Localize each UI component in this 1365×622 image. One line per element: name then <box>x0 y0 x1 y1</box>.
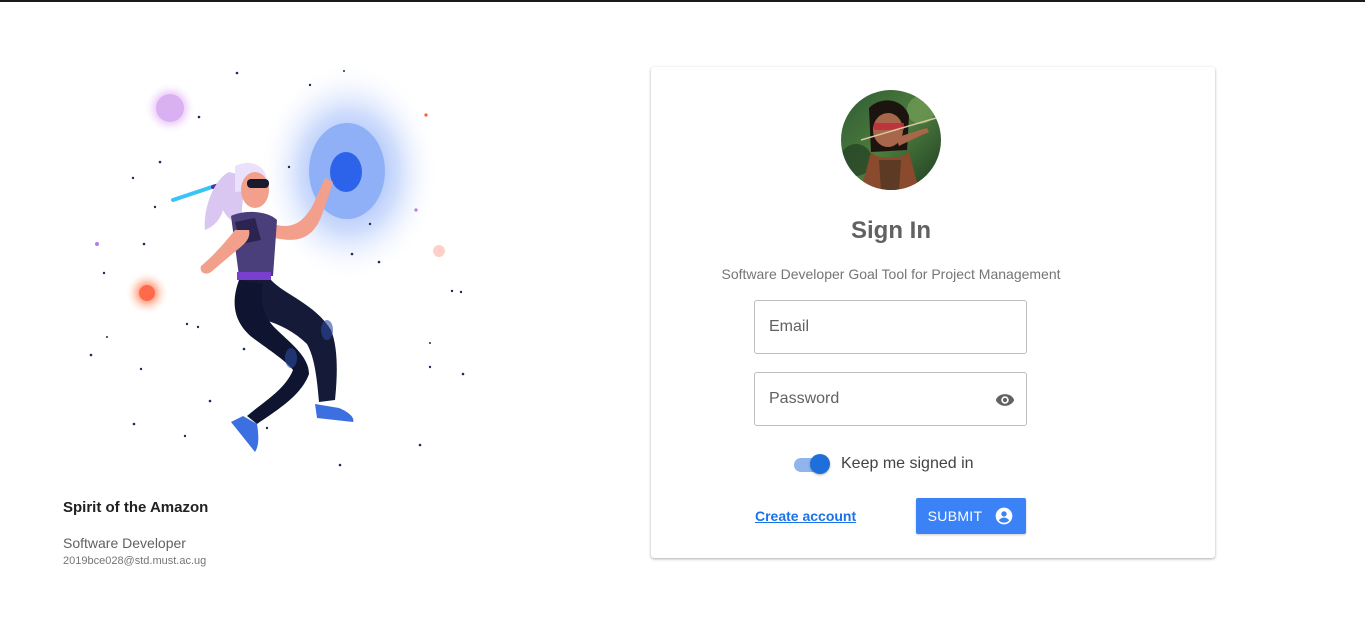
password-input[interactable] <box>755 373 1026 425</box>
profile-role: Software Developer <box>63 535 186 551</box>
top-border <box>0 0 1365 2</box>
sign-in-subtitle: Software Developer Goal Tool for Project… <box>721 266 1061 282</box>
email-input[interactable] <box>755 301 1026 353</box>
email-field <box>754 300 1027 354</box>
keep-signed-in-row: Keep me signed in <box>794 453 974 475</box>
keep-signed-in-toggle[interactable] <box>794 454 830 474</box>
profile-name: Spirit of the Amazon <box>63 499 209 516</box>
account-circle-icon <box>996 507 1013 525</box>
submit-button[interactable]: SUBMIT <box>916 498 1026 534</box>
sign-in-card: Sign In Software Developer Goal Tool for… <box>651 67 1215 558</box>
profile-email: 2019bce028@std.must.ac.ug <box>63 555 207 567</box>
toggle-thumb <box>810 454 830 474</box>
submit-label: SUBMIT <box>927 508 983 524</box>
sign-in-title: Sign In <box>851 217 931 244</box>
hero-illustration <box>63 40 483 480</box>
keep-signed-in-label: Keep me signed in <box>841 455 974 472</box>
eye-icon[interactable] <box>994 390 1016 410</box>
woman-with-portal-illustration <box>89 62 465 467</box>
avatar-archer-image <box>841 90 941 190</box>
avatar <box>841 90 941 190</box>
password-field <box>754 372 1027 426</box>
create-account-link[interactable]: Create account <box>755 508 856 524</box>
